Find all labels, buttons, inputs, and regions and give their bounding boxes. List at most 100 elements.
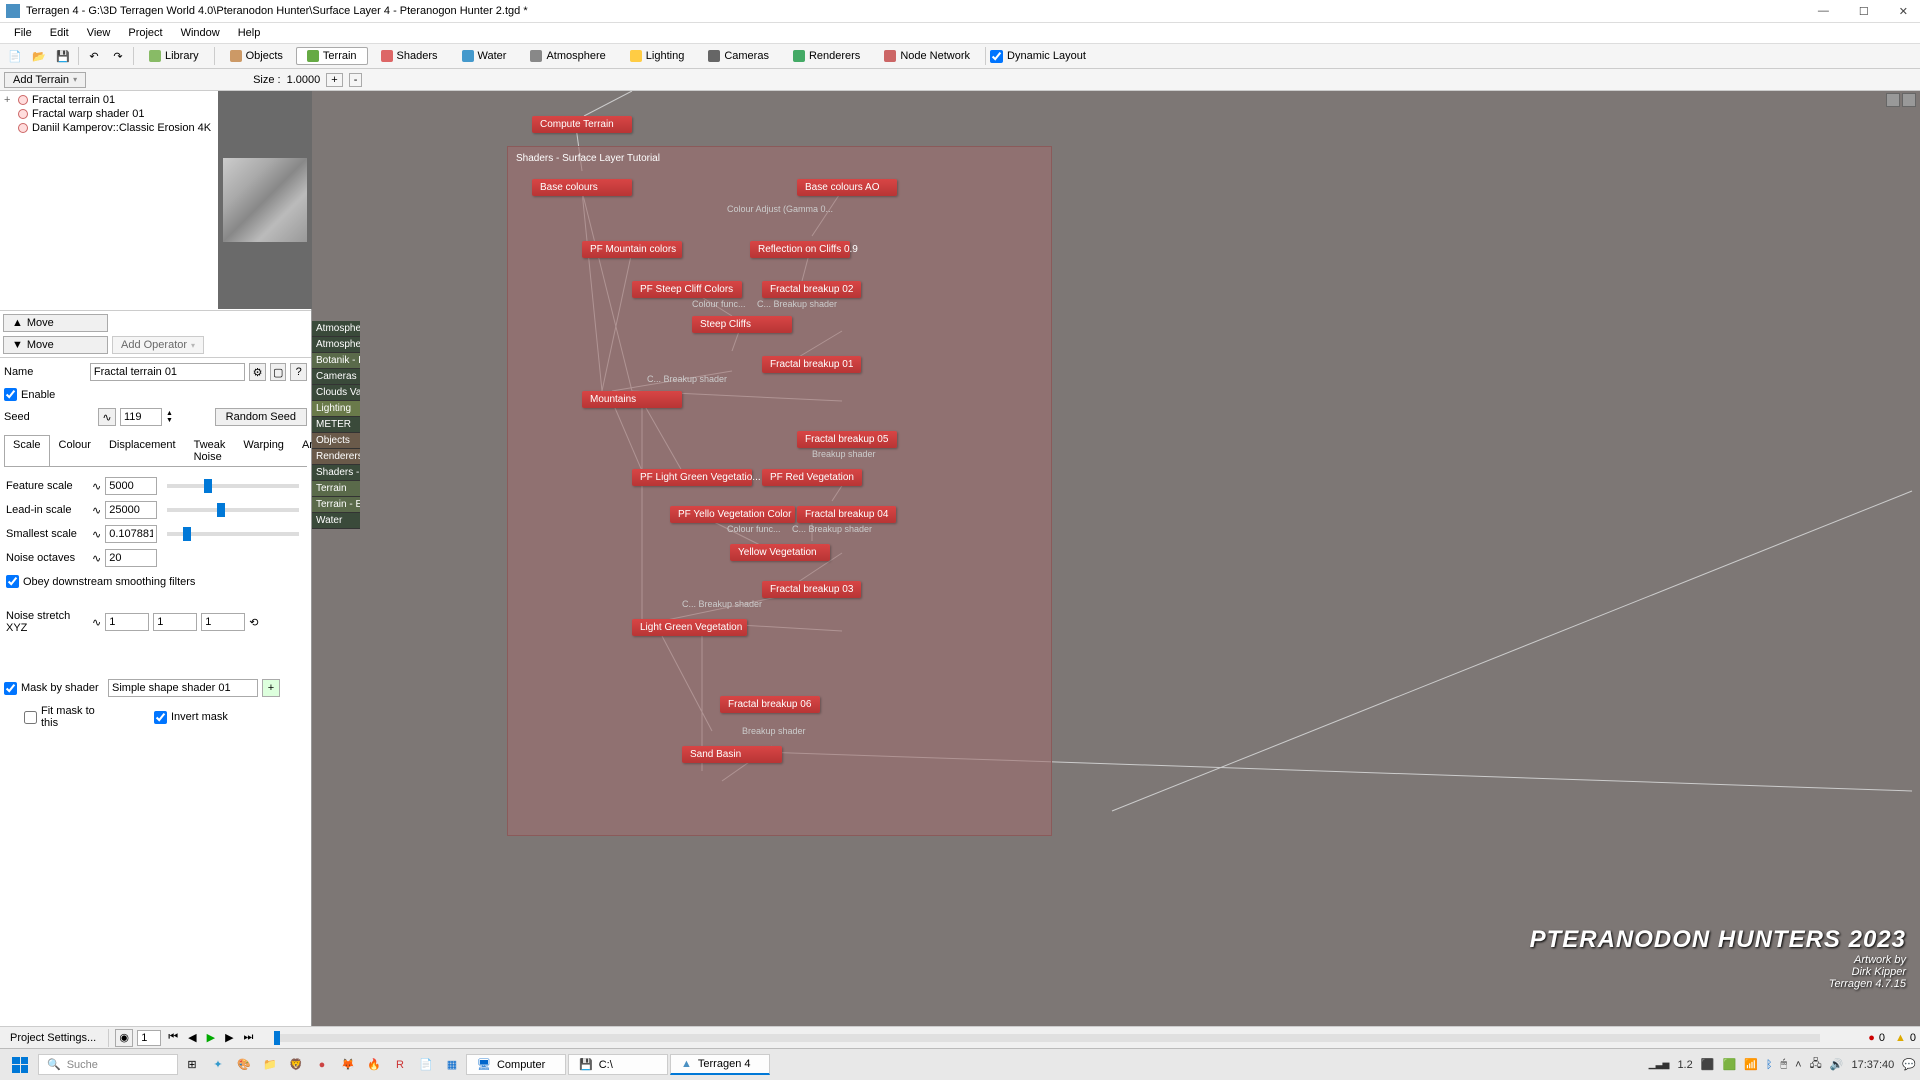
mask-check[interactable]: Mask by shader bbox=[4, 680, 104, 697]
cat-item[interactable]: Terrain bbox=[312, 481, 360, 497]
node-pf-steep[interactable]: PF Steep Cliff Colors bbox=[632, 281, 742, 298]
name-action-2[interactable]: ▢ bbox=[270, 363, 287, 381]
app-icon-6[interactable]: R bbox=[388, 1053, 412, 1077]
leadin-input[interactable] bbox=[105, 501, 157, 519]
search-box[interactable]: 🔍Suche bbox=[38, 1054, 178, 1075]
feature-scale-input[interactable] bbox=[105, 477, 157, 495]
move-up-button[interactable]: ▲ Move bbox=[3, 314, 108, 332]
size-plus[interactable]: + bbox=[326, 73, 342, 87]
node-yellow-veg[interactable]: Yellow Vegetation bbox=[730, 544, 830, 561]
name-input[interactable] bbox=[90, 363, 245, 381]
obey-check[interactable]: Obey downstream smoothing filters bbox=[6, 573, 305, 590]
cat-item[interactable]: Renderers bbox=[312, 449, 360, 465]
node-fractal-02[interactable]: Fractal breakup 02 bbox=[762, 281, 861, 298]
mask-add-button[interactable]: + bbox=[262, 679, 280, 697]
node-base-colours-ao[interactable]: Base colours AO bbox=[797, 179, 897, 196]
task-terragen[interactable]: ▲Terragen 4 bbox=[670, 1054, 770, 1075]
frame-input[interactable] bbox=[137, 1030, 161, 1046]
tab-node-network[interactable]: Node Network bbox=[873, 47, 981, 65]
menu-view[interactable]: View bbox=[79, 25, 119, 41]
stretch-y-input[interactable] bbox=[153, 613, 197, 631]
step-fwd[interactable]: ▶ bbox=[222, 1031, 236, 1044]
open-button[interactable]: 📂 bbox=[28, 46, 50, 66]
seed-input[interactable] bbox=[120, 408, 162, 426]
tray-network[interactable]: 🖧 bbox=[1810, 1055, 1822, 1074]
task-computer[interactable]: 🖥Computer bbox=[466, 1054, 566, 1075]
cat-item[interactable]: Terrain - Er... bbox=[312, 497, 360, 513]
anim-icon[interactable]: ∿ bbox=[92, 528, 101, 541]
node-fractal-01[interactable]: Fractal breakup 01 bbox=[762, 356, 861, 373]
node-canvas[interactable]: Atmosphere Atmospher... Botanik - B... C… bbox=[312, 91, 1920, 1048]
cat-item[interactable]: METER bbox=[312, 417, 360, 433]
node-reflection[interactable]: Reflection on Cliffs 0.9 bbox=[750, 241, 850, 258]
library-button[interactable]: Library bbox=[138, 47, 210, 65]
tab-cameras[interactable]: Cameras bbox=[697, 47, 780, 65]
tray-up-icon[interactable]: ˄ bbox=[1795, 1059, 1801, 1071]
tray-icon[interactable]: ⬛ bbox=[1701, 1058, 1715, 1071]
menu-window[interactable]: Window bbox=[173, 25, 228, 41]
tab-objects[interactable]: Objects bbox=[219, 47, 294, 65]
random-seed-button[interactable]: Random Seed bbox=[215, 408, 307, 426]
menu-help[interactable]: Help bbox=[230, 25, 269, 41]
tab-scale[interactable]: Scale bbox=[4, 435, 50, 466]
stretch-z-input[interactable] bbox=[201, 613, 245, 631]
tab-colour[interactable]: Colour bbox=[50, 435, 100, 466]
tab-water[interactable]: Water bbox=[451, 47, 518, 65]
move-down-button[interactable]: ▼ Move bbox=[3, 336, 108, 354]
tray-clock[interactable]: 17:37:40 bbox=[1851, 1059, 1894, 1071]
menu-file[interactable]: File bbox=[6, 25, 40, 41]
smallest-slider[interactable] bbox=[167, 532, 299, 536]
start-button[interactable] bbox=[4, 1051, 36, 1079]
maximize-button[interactable]: ☐ bbox=[1853, 5, 1875, 18]
app-icon-1[interactable]: ✦ bbox=[206, 1053, 230, 1077]
stretch-x-input[interactable] bbox=[105, 613, 149, 631]
node-light-green-veg[interactable]: Light Green Vegetation bbox=[632, 619, 747, 636]
tab-displacement[interactable]: Displacement bbox=[100, 435, 185, 466]
anim-icon[interactable]: ∿ bbox=[92, 504, 101, 517]
play-button[interactable]: ▶ bbox=[204, 1031, 218, 1044]
timeline-slider[interactable] bbox=[274, 1034, 1820, 1042]
menu-project[interactable]: Project bbox=[120, 25, 170, 41]
node-base-colours[interactable]: Base colours bbox=[532, 179, 632, 196]
canvas-icon-2[interactable] bbox=[1902, 93, 1916, 107]
node-mountains[interactable]: Mountains bbox=[582, 391, 682, 408]
cat-item[interactable]: Clouds Vall... bbox=[312, 385, 360, 401]
task-c-drive[interactable]: 💾C:\ bbox=[568, 1054, 668, 1075]
tab-tweak-noise[interactable]: Tweak Noise bbox=[185, 435, 235, 466]
app-icon-7[interactable]: 📄 bbox=[414, 1053, 438, 1077]
tab-renderers[interactable]: Renderers bbox=[782, 47, 871, 65]
firefox-icon[interactable]: 🦊 bbox=[336, 1053, 360, 1077]
app-icon-2[interactable]: 🎨 bbox=[232, 1053, 256, 1077]
node-steep-cliffs[interactable]: Steep Cliffs bbox=[692, 316, 792, 333]
tab-atmosphere[interactable]: Atmosphere bbox=[519, 47, 616, 65]
tray-volume[interactable]: 🔊 bbox=[1830, 1058, 1844, 1071]
add-operator-button[interactable]: Add Operator ▾ bbox=[112, 336, 204, 354]
canvas-icon-1[interactable] bbox=[1886, 93, 1900, 107]
tray-graph[interactable]: ▁▃▅ bbox=[1649, 1059, 1670, 1070]
goto-start[interactable]: ⏮ bbox=[165, 1031, 181, 1044]
mask-input[interactable] bbox=[108, 679, 258, 697]
new-button[interactable]: 📄 bbox=[4, 46, 26, 66]
dynamic-layout-check[interactable]: Dynamic Layout bbox=[990, 48, 1086, 65]
node-fractal-04[interactable]: Fractal breakup 04 bbox=[797, 506, 896, 523]
app-icon-4[interactable]: ● bbox=[310, 1053, 334, 1077]
redo-button[interactable]: ↷ bbox=[107, 46, 129, 66]
anim-icon[interactable]: ∿ bbox=[92, 616, 101, 629]
step-back[interactable]: ◀ bbox=[185, 1031, 199, 1044]
enable-check[interactable]: Enable bbox=[4, 386, 307, 403]
tray-action-center[interactable]: 💬 bbox=[1902, 1058, 1916, 1071]
timeline-icon[interactable]: ◉ bbox=[115, 1029, 133, 1047]
node-pf-mountain[interactable]: PF Mountain colors bbox=[582, 241, 682, 258]
node-compute-terrain[interactable]: Compute Terrain bbox=[532, 116, 632, 133]
name-action-1[interactable]: ⚙ bbox=[249, 363, 266, 381]
app-icon-3[interactable]: 🦁 bbox=[284, 1053, 308, 1077]
cat-item[interactable]: Atmospher... bbox=[312, 337, 360, 353]
cat-item[interactable]: Botanik - B... bbox=[312, 353, 360, 369]
menu-edit[interactable]: Edit bbox=[42, 25, 77, 41]
add-terrain-button[interactable]: Add Terrain ▾ bbox=[4, 72, 86, 88]
anim-icon[interactable]: ∿ bbox=[92, 552, 101, 565]
node-pf-light-green[interactable]: PF Light Green Vegetatio... bbox=[632, 469, 752, 486]
node-fractal-06[interactable]: Fractal breakup 06 bbox=[720, 696, 820, 713]
node-fractal-05[interactable]: Fractal breakup 05 bbox=[797, 431, 897, 448]
tray-icon[interactable]: 🟩 bbox=[1722, 1058, 1736, 1071]
